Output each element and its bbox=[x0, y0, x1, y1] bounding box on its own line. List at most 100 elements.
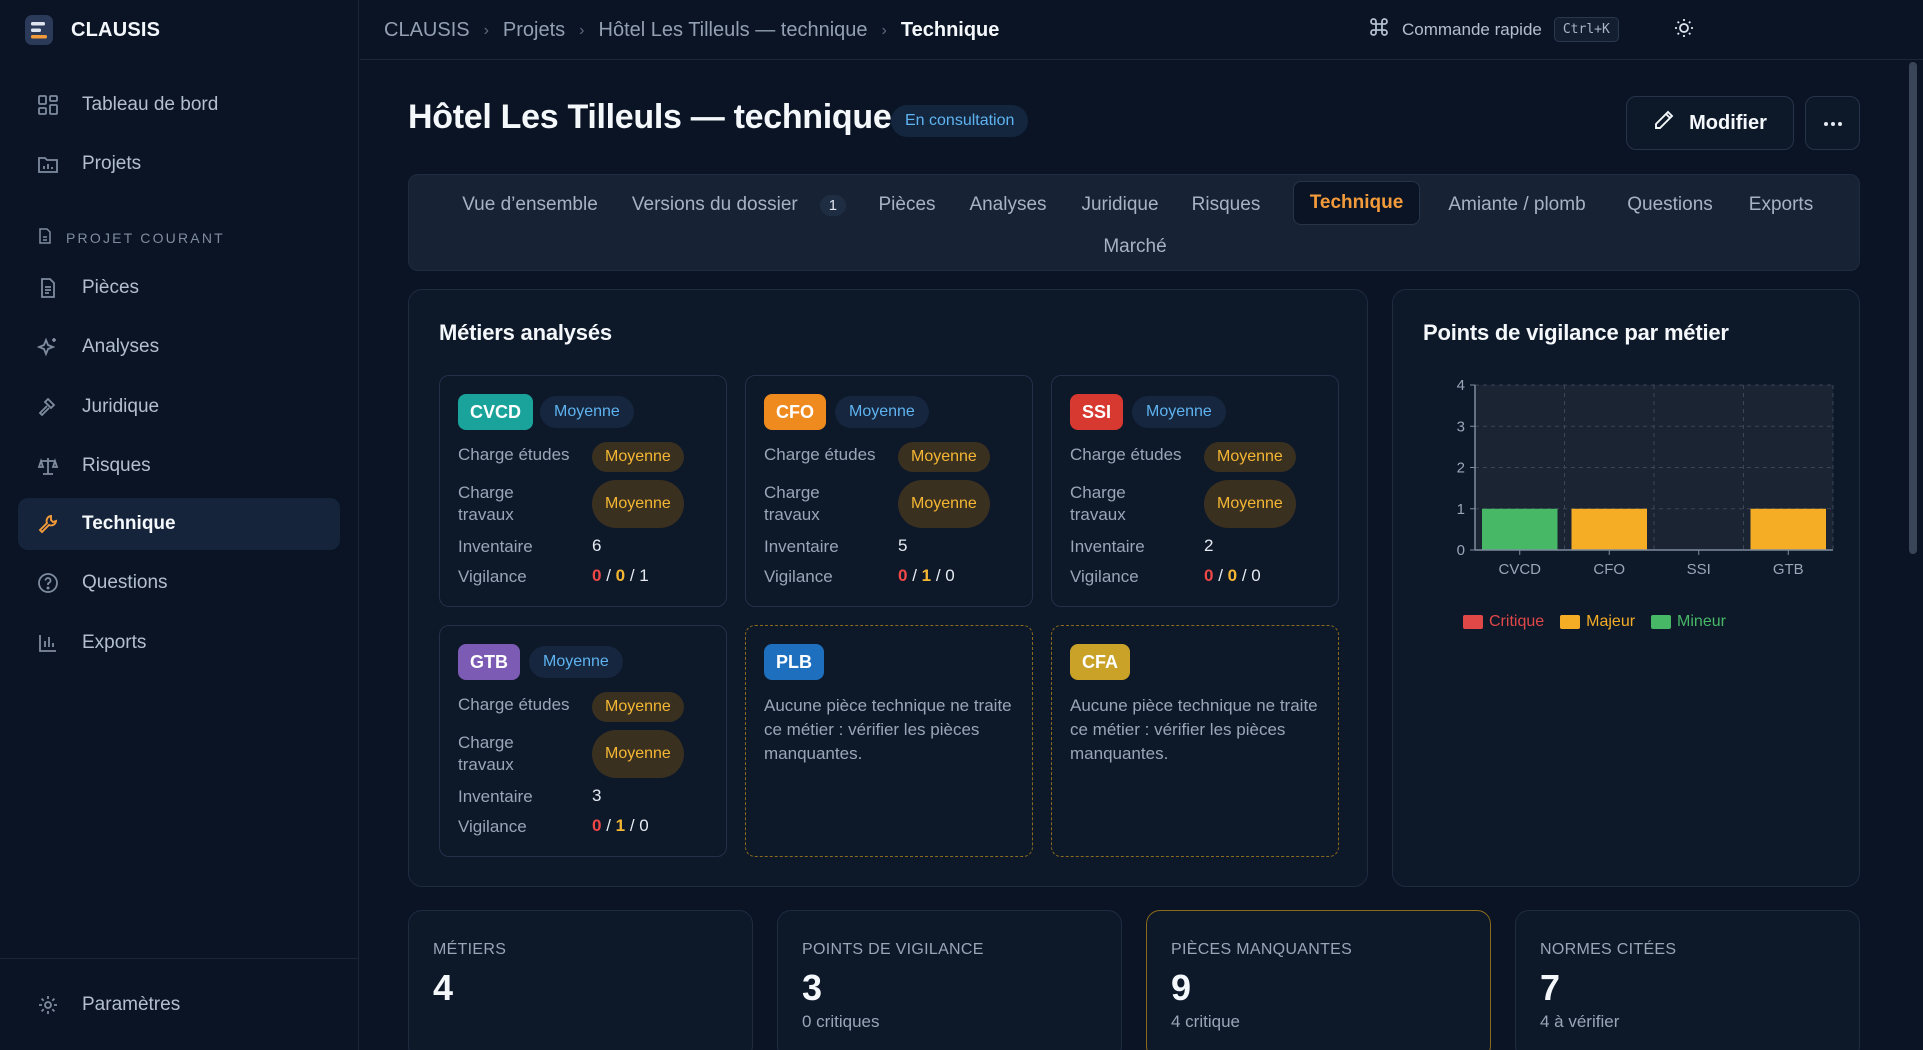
metier-tag: GTB bbox=[458, 644, 520, 680]
theme-toggle-button[interactable] bbox=[1670, 16, 1698, 44]
etudes-pill: Moyenne bbox=[592, 442, 684, 472]
empty-message: Aucune pièce technique ne traite ce méti… bbox=[764, 696, 1012, 763]
tab-technique[interactable]: Technique bbox=[1293, 181, 1420, 225]
tab-questions[interactable]: Questions bbox=[1614, 183, 1726, 227]
metier-card-cfo[interactable]: CFO Moyenne Charge études Moyenne Charge… bbox=[745, 375, 1033, 607]
y-tick-label: 4 bbox=[1457, 377, 1465, 394]
legend-item-majeur[interactable]: Majeur bbox=[1560, 613, 1635, 631]
inventaire-value: 6 bbox=[592, 536, 602, 555]
shortcut-badge: Ctrl+K bbox=[1553, 17, 1619, 42]
metier-tag: CVCD bbox=[458, 394, 534, 430]
breadcrumb-item[interactable]: CLAUSIS bbox=[384, 19, 470, 42]
vigilance-bar-chart: 0 1 2 3 4 CVCD CFO SSI GTB bbox=[1457, 377, 1834, 578]
sidebar-item-questions[interactable]: Questions bbox=[18, 557, 340, 609]
stat-metiers: MÉTIERS 4 bbox=[408, 910, 753, 1050]
y-tick-label: 2 bbox=[1457, 460, 1465, 477]
sidebar-item-exports[interactable]: Exports bbox=[18, 617, 340, 669]
chevron-right-icon: › bbox=[881, 21, 887, 39]
command-icon bbox=[1368, 16, 1390, 43]
folder-chart-icon bbox=[36, 152, 60, 176]
stat-value: 9 bbox=[1171, 967, 1192, 1008]
sidebar-item-label: Analyses bbox=[82, 336, 160, 357]
more-options-button[interactable] bbox=[1805, 96, 1860, 150]
legend-item-critique[interactable]: Critique bbox=[1463, 613, 1544, 631]
sidebar-item-label: Paramètres bbox=[82, 994, 181, 1015]
sidebar-item-label: Technique bbox=[82, 513, 176, 534]
metier-card-gtb[interactable]: GTB Moyenne Charge études Moyenne Charge… bbox=[439, 625, 727, 857]
sidebar-item-analyses[interactable]: Analyses bbox=[18, 321, 340, 373]
tab-versions[interactable]: Versions du dossier 1 bbox=[621, 183, 857, 227]
etudes-pill: Moyenne bbox=[1204, 442, 1296, 472]
metier-tag: PLB bbox=[764, 644, 824, 680]
tab-juridique[interactable]: Juridique bbox=[1065, 183, 1175, 227]
tab-marche[interactable]: Marché bbox=[1079, 225, 1191, 269]
document-icon bbox=[36, 276, 60, 300]
empty-message: Aucune pièce technique ne traite ce méti… bbox=[1070, 696, 1318, 763]
metier-tag: CFA bbox=[1070, 644, 1130, 680]
vigilance-value: 0 / 0 / 1 bbox=[592, 566, 649, 585]
sidebar-item-label: Risques bbox=[82, 455, 151, 476]
stat-value: 4 bbox=[433, 967, 454, 1008]
breadcrumb-item[interactable]: Projets bbox=[503, 19, 565, 42]
stat-value: 7 bbox=[1540, 967, 1561, 1008]
inventaire-value: 5 bbox=[898, 536, 908, 555]
tab-analyses[interactable]: Analyses bbox=[955, 183, 1061, 227]
stat-points-vigilance: POINTS DE VIGILANCE 3 0 critiques bbox=[777, 910, 1122, 1050]
brand[interactable]: CLAUSIS bbox=[25, 15, 160, 45]
sidebar-item-juridique[interactable]: Juridique bbox=[18, 381, 340, 433]
tab-overview[interactable]: Vue d’ensemble bbox=[439, 183, 621, 227]
sidebar-item-technique[interactable]: Technique bbox=[18, 498, 340, 550]
tab-amiante-plomb[interactable]: Amiante / plomb bbox=[1426, 183, 1608, 227]
stat-normes-citees: NORMES CITÉES 7 4 à vérifier bbox=[1515, 910, 1860, 1050]
chart-legend: Critique Majeur Mineur bbox=[1463, 613, 1726, 631]
legend-item-mineur[interactable]: Mineur bbox=[1651, 613, 1726, 631]
row-label: Charge travaux bbox=[458, 483, 514, 524]
sidebar-item-projects[interactable]: Projets bbox=[18, 138, 340, 190]
row-label: Charge travaux bbox=[458, 733, 514, 774]
row-label: Charge travaux bbox=[1070, 483, 1126, 524]
x-tick-label: CFO bbox=[1593, 561, 1625, 578]
sidebar-item-label: Tableau de bord bbox=[82, 94, 219, 115]
scrollbar-thumb[interactable] bbox=[1909, 62, 1917, 554]
stat-value: 3 bbox=[802, 967, 823, 1008]
sidebar: CLAUSIS Tableau de bord Projets PROJET C… bbox=[0, 0, 359, 1050]
help-circle-icon bbox=[36, 571, 60, 595]
bar-majeur-gtb bbox=[1750, 508, 1826, 550]
travaux-pill: Moyenne bbox=[898, 480, 990, 528]
etudes-pill: Moyenne bbox=[592, 692, 684, 722]
sidebar-item-dashboard[interactable]: Tableau de bord bbox=[18, 79, 340, 131]
vigilance-value: 0 / 1 / 0 bbox=[898, 566, 955, 585]
chart-title: Points de vigilance par métier bbox=[1423, 320, 1729, 345]
row-label: Inventaire bbox=[764, 537, 839, 556]
breadcrumb-item[interactable]: Hôtel Les Tilleuls — technique bbox=[599, 19, 868, 42]
sidebar-item-settings[interactable]: Paramètres bbox=[18, 979, 340, 1031]
page-title: Hôtel Les Tilleuls — technique bbox=[408, 98, 892, 136]
sidebar-item-risques[interactable]: Risques bbox=[18, 440, 340, 492]
row-label: Inventaire bbox=[458, 537, 533, 556]
logo-icon bbox=[25, 15, 53, 45]
chevron-right-icon: › bbox=[579, 21, 585, 39]
tab-exports[interactable]: Exports bbox=[1732, 183, 1830, 227]
metier-card-cvcd[interactable]: CVCD Moyenne Charge études Moyenne Charg… bbox=[439, 375, 727, 607]
inventaire-value: 2 bbox=[1204, 536, 1214, 555]
metier-card-cfa[interactable]: CFA Aucune pièce technique ne traite ce … bbox=[1051, 625, 1339, 857]
legend-swatch bbox=[1560, 615, 1581, 629]
level-badge: Moyenne bbox=[1132, 396, 1226, 428]
metier-card-ssi[interactable]: SSI Moyenne Charge études Moyenne Charge… bbox=[1051, 375, 1339, 607]
quick-command-button[interactable]: Commande rapide Ctrl+K bbox=[1368, 16, 1619, 43]
gavel-icon bbox=[36, 395, 60, 419]
scale-icon bbox=[36, 454, 60, 478]
tab-pieces[interactable]: Pièces bbox=[864, 183, 950, 227]
tab-risques[interactable]: Risques bbox=[1178, 183, 1274, 227]
row-label: Charge études bbox=[458, 695, 570, 714]
row-label: Inventaire bbox=[458, 787, 533, 806]
bar-mineur-cvcd bbox=[1482, 508, 1558, 550]
modify-button[interactable]: Modifier bbox=[1626, 96, 1794, 150]
sidebar-item-pieces[interactable]: Pièces bbox=[18, 262, 340, 314]
stat-pieces-manquantes[interactable]: PIÈCES MANQUANTES 9 4 critique bbox=[1146, 910, 1491, 1050]
metiers-title: Métiers analysés bbox=[439, 320, 612, 345]
level-badge: Moyenne bbox=[529, 646, 623, 678]
row-label: Charge études bbox=[764, 445, 876, 464]
metier-card-plb[interactable]: PLB Aucune pièce technique ne traite ce … bbox=[745, 625, 1033, 857]
status-badge: En consultation bbox=[891, 105, 1029, 137]
